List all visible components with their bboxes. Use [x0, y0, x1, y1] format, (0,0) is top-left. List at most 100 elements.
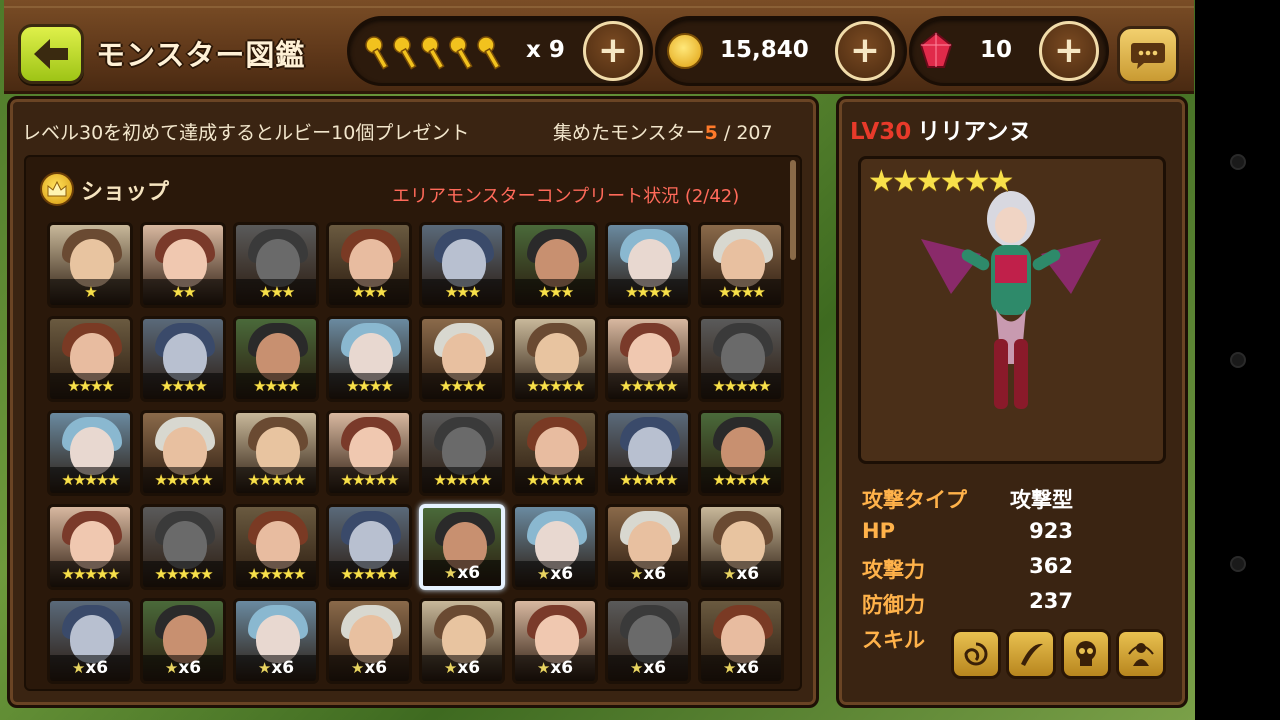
monster-card[interactable]: ★★★★ — [698, 222, 784, 308]
card-count-text: x6 — [178, 658, 202, 678]
star-icon: ★ — [722, 565, 737, 583]
monster-card[interactable]: ★★★★ — [605, 222, 691, 308]
card-footer: ★★★★ — [143, 373, 223, 399]
monster-card[interactable]: ★x6 — [47, 598, 133, 684]
card-stars: ★★★★ — [160, 377, 208, 395]
monster-card[interactable]: ★★★ — [512, 222, 598, 308]
keys-resource: x 9 + — [347, 16, 653, 86]
card-star-count: ★x6 — [444, 563, 480, 583]
hp-label: HP — [862, 519, 895, 543]
monster-card[interactable]: ★★★★ — [47, 316, 133, 402]
monster-card[interactable]: ★x6 — [419, 598, 505, 684]
plus-icon: + — [597, 30, 629, 71]
card-footer: ★x6 — [236, 655, 316, 681]
back-button[interactable] — [18, 24, 84, 84]
card-stars: ★ — [84, 283, 98, 301]
monster-card[interactable]: ★★★★★ — [326, 504, 412, 590]
slash-skill-icon — [1021, 643, 1043, 666]
monster-card[interactable]: ★x6 — [140, 598, 226, 684]
skull-skill-icon — [1076, 641, 1096, 666]
attack-value: 362 — [1029, 554, 1073, 578]
nav-back-icon[interactable] — [1230, 154, 1246, 170]
monster-figure-image — [921, 191, 1101, 409]
chat-button[interactable] — [1117, 26, 1179, 84]
monster-card[interactable]: ★ — [47, 222, 133, 308]
monster-card[interactable]: ★x6 — [698, 504, 784, 590]
ruby-gem-icon — [918, 31, 954, 75]
game-screen: モンスター図鑑 x 9 + 15,840 + 10 + レベル30を初めて達成す… — [0, 0, 1195, 720]
collected-label: 集めたモンスター — [553, 122, 705, 144]
add-ruby-button[interactable]: + — [1039, 21, 1099, 81]
star-icon: ★ — [443, 659, 458, 677]
skill-slot-2[interactable] — [1006, 629, 1056, 679]
skill-slot-1[interactable] — [951, 629, 1001, 679]
card-stars: ★★★★★ — [712, 377, 771, 395]
monster-card[interactable]: ★x6 — [605, 504, 691, 590]
skill-slot-4[interactable] — [1116, 629, 1166, 679]
monster-card[interactable]: ★★★★ — [326, 316, 412, 402]
monster-card[interactable]: ★★★★ — [419, 316, 505, 402]
card-star-count: ★x6 — [537, 564, 573, 584]
gold-coin-icon — [667, 33, 703, 69]
monster-card[interactable]: ★x6 — [698, 598, 784, 684]
monster-card[interactable]: ★★★★★ — [140, 410, 226, 496]
card-star-count: ★x6 — [723, 564, 759, 584]
monster-card[interactable]: ★★★ — [419, 222, 505, 308]
scrollbar[interactable] — [790, 160, 796, 260]
monster-card[interactable]: ★★★★★ — [419, 410, 505, 496]
card-footer: ★x6 — [701, 655, 781, 681]
hp-value: 923 — [1029, 519, 1073, 543]
monster-card[interactable]: ★x6 — [512, 598, 598, 684]
monster-card[interactable]: ★x6 — [326, 598, 412, 684]
shop-label[interactable]: ショップ — [81, 174, 169, 206]
monster-card[interactable]: ★★★★★ — [47, 410, 133, 496]
card-footer: ★★★★★ — [515, 467, 595, 493]
nav-recent-icon[interactable] — [1230, 556, 1246, 572]
monster-card[interactable]: ★x6 — [512, 504, 598, 590]
monster-card[interactable]: ★x6 — [233, 598, 319, 684]
card-star-count: ★x6 — [630, 564, 666, 584]
nav-home-icon[interactable] — [1230, 352, 1246, 368]
skill-slot-3[interactable] — [1061, 629, 1111, 679]
monster-card[interactable]: ★x6 — [605, 598, 691, 684]
card-count-text: x6 — [736, 658, 760, 678]
monster-card[interactable]: ★★★★★ — [605, 316, 691, 402]
card-count-text: x6 — [457, 563, 481, 583]
attack-type-value: 攻撃型 — [1010, 488, 1073, 512]
back-arrow-icon — [34, 39, 68, 69]
card-count-text: x6 — [457, 658, 481, 678]
card-footer: ★★★★ — [50, 373, 130, 399]
monster-card[interactable]: ★★★★★ — [233, 504, 319, 590]
monster-card[interactable]: ★★★★ — [140, 316, 226, 402]
monster-card[interactable]: ★★★★★ — [512, 316, 598, 402]
monster-card[interactable]: ★★★★★ — [698, 316, 784, 402]
add-keys-button[interactable]: + — [583, 21, 643, 81]
card-footer: ★x6 — [515, 561, 595, 587]
monster-card[interactable]: ★x6 — [419, 504, 505, 590]
card-stars: ★★★★★ — [619, 471, 678, 489]
card-footer: ★★★★★ — [701, 373, 781, 399]
monster-card[interactable]: ★★★ — [233, 222, 319, 308]
card-stars: ★★★ — [444, 283, 481, 301]
monster-card[interactable]: ★★★★★ — [512, 410, 598, 496]
add-gold-button[interactable]: + — [835, 21, 895, 81]
attack-label: 攻撃力 — [862, 558, 925, 582]
monster-card[interactable]: ★★★★★ — [698, 410, 784, 496]
monster-card[interactable]: ★★★★★ — [233, 410, 319, 496]
page-title: モンスター図鑑 — [96, 38, 306, 72]
card-star-count: ★x6 — [351, 658, 387, 678]
card-footer: ★★★★★ — [50, 561, 130, 587]
shop-icon[interactable] — [40, 172, 74, 206]
monster-card[interactable]: ★★ — [140, 222, 226, 308]
monster-card[interactable]: ★★★★★ — [605, 410, 691, 496]
card-footer: ★★★★★ — [50, 467, 130, 493]
defense-value: 237 — [1029, 589, 1073, 613]
monster-card[interactable]: ★★★ — [326, 222, 412, 308]
card-star-count: ★x6 — [444, 658, 480, 678]
monster-card[interactable]: ★★★★★ — [326, 410, 412, 496]
monster-card[interactable]: ★★★★★ — [140, 504, 226, 590]
monster-card[interactable]: ★★★★ — [233, 316, 319, 402]
card-footer: ★★★★★ — [143, 561, 223, 587]
ruby-resource: 10 + — [909, 16, 1109, 86]
monster-card[interactable]: ★★★★★ — [47, 504, 133, 590]
